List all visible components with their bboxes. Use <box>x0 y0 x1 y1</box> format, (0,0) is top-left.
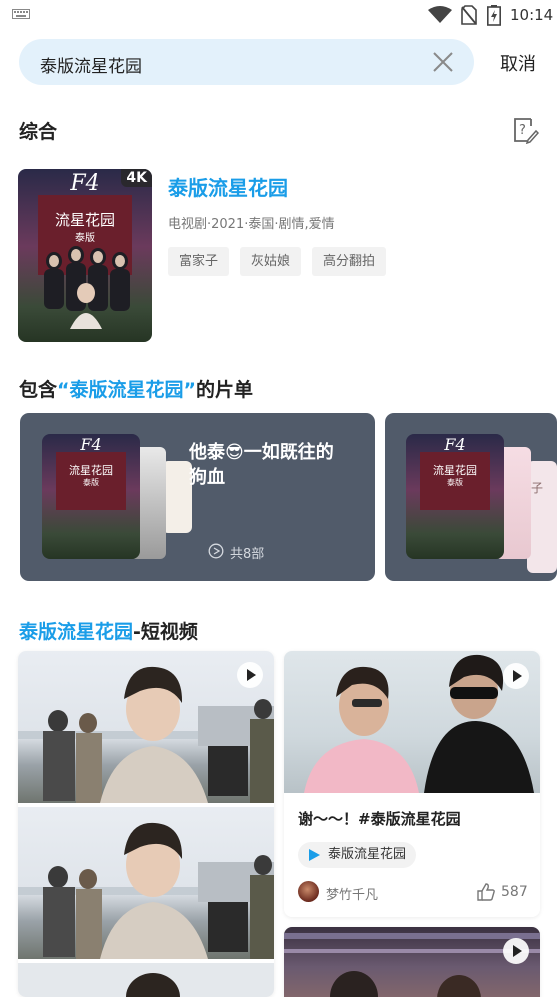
section-title-overview: 综合 <box>19 121 58 143</box>
playlist-poster: F4 流星花园 泰版 <box>42 434 140 559</box>
show-poster[interactable]: F4 流星花园 泰版 4K <box>18 169 152 342</box>
short-video-card[interactable] <box>18 651 274 997</box>
poster-subtitle: 泰版 <box>83 478 99 487</box>
thumbs-up-icon[interactable] <box>476 882 496 902</box>
video-scene <box>18 666 274 803</box>
section-title-playlists: 包含“泰版流星花园”的片单 <box>19 375 253 402</box>
playlist-card[interactable]: 子 F4 流星花园 泰版 <box>385 413 557 581</box>
play-icon[interactable] <box>503 663 529 689</box>
play-icon[interactable] <box>503 938 529 964</box>
poster-logo: F4 <box>80 435 102 454</box>
playlist-card[interactable]: F4 流星花园 泰版 <box>20 413 375 581</box>
playlist-title-suffix: 的片单 <box>196 379 254 401</box>
battery-charging-icon <box>487 5 501 26</box>
video-scene <box>304 654 534 793</box>
short-video-title-highlight: 泰版流星花园 <box>19 621 134 643</box>
poster-cast-figures <box>44 246 130 329</box>
partial-poster-caption: 子 <box>531 481 544 495</box>
cancel-button[interactable]: 取消 <box>500 50 536 76</box>
playlist-title-prefix: 包含 <box>19 379 58 401</box>
feedback-icon[interactable]: ? <box>511 116 539 144</box>
avatar[interactable] <box>298 881 319 902</box>
short-video-title-suffix: -短视频 <box>133 621 198 643</box>
svg-text:?: ? <box>519 123 526 138</box>
status-time: 10:14 <box>510 6 554 24</box>
no-sim-icon <box>461 5 477 25</box>
short-video-card[interactable] <box>284 927 540 997</box>
video-topic-tag[interactable]: 泰版流星花园 <box>298 842 417 868</box>
play-icon[interactable] <box>237 662 263 688</box>
video-scene <box>284 933 540 997</box>
poster-logo: F4 <box>444 435 466 454</box>
poster-title: 流星花园 <box>69 464 113 477</box>
like-count: 587 <box>501 884 528 900</box>
search-input[interactable]: 泰版流星花园 <box>19 39 474 85</box>
keyboard-icon <box>12 9 30 19</box>
play-circle-icon <box>208 543 224 559</box>
section-title-short-videos: 泰版流星花园-短视频 <box>19 617 198 644</box>
tag-chip[interactable]: 高分翻拍 <box>312 247 387 276</box>
tag-chip[interactable]: 灰姑娘 <box>240 247 302 276</box>
video-thumbnail <box>284 927 540 997</box>
video-scene <box>18 822 274 959</box>
play-triangle-icon <box>309 849 320 861</box>
wifi-icon <box>428 6 452 23</box>
show-meta: 电视剧·2021·泰国·剧情,爱情 <box>168 217 335 232</box>
tag-chip[interactable]: 富家子 <box>168 247 230 276</box>
video-title: 谢～～！#泰版流星花园 <box>298 810 461 828</box>
4k-badge: 4K <box>121 169 152 187</box>
author-name[interactable]: 梦竹千凡 <box>326 884 378 903</box>
video-thumbnail <box>18 963 274 997</box>
stacked-poster-back <box>527 461 557 573</box>
playlist-title: 他泰😎一如既往的狗血 <box>189 442 334 488</box>
poster-subtitle: 泰版 <box>447 478 463 487</box>
video-thumbnail <box>18 807 274 959</box>
stacked-poster-back <box>162 461 192 533</box>
clear-search-icon[interactable] <box>432 51 454 73</box>
playlist-poster: F4 流星花园 泰版 <box>406 434 504 559</box>
search-query-text[interactable]: 泰版流星花园 <box>40 52 142 77</box>
video-topic-tag-label: 泰版流星花园 <box>328 847 407 862</box>
playlist-count: 共8部 <box>230 547 265 562</box>
poster-title: 流星花园 <box>433 464 477 477</box>
video-thumbnail <box>284 651 540 793</box>
video-thumbnail <box>18 651 274 803</box>
playlist-title-highlight: “泰版流星花园” <box>57 379 196 401</box>
status-bar: 10:14 <box>0 0 557 30</box>
short-video-card[interactable]: 谢～～！#泰版流星花园 泰版流星花园 梦竹千凡 587 <box>284 651 540 917</box>
show-title[interactable]: 泰版流星花园 <box>168 172 288 201</box>
